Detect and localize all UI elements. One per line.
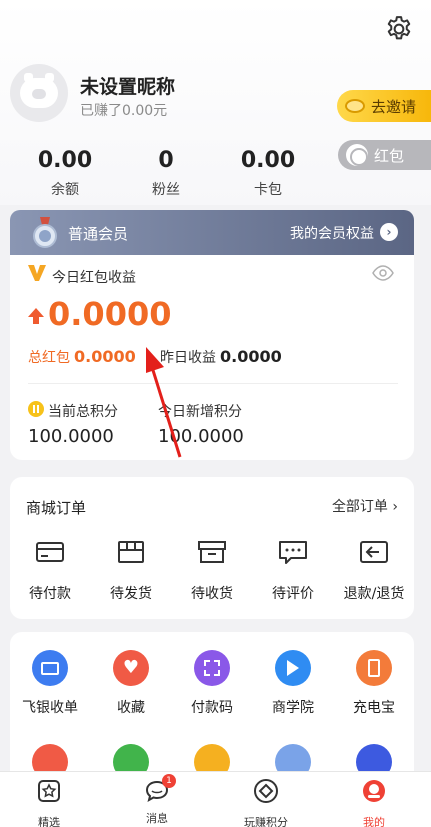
bankcard-icon	[32, 650, 68, 686]
orders-title: 商城订单	[26, 499, 87, 517]
order-label: 待发货	[110, 586, 152, 602]
coin-icon	[345, 99, 365, 113]
member-benefits-link[interactable]: 我的会员权益	[290, 223, 374, 243]
settings-gear-icon[interactable]	[384, 14, 414, 44]
v-logo-icon	[28, 265, 46, 281]
diamond-circle-icon	[254, 779, 278, 803]
order-refund[interactable]: 退款/退货	[334, 539, 414, 603]
profile-icon	[363, 780, 385, 802]
order-label: 退款/退货	[343, 586, 405, 602]
earned-amount: 已赚了0.00元	[80, 103, 168, 119]
tool-label: 充电宝	[353, 700, 395, 716]
tab-messages[interactable]: 1 消息	[117, 774, 197, 826]
return-icon	[360, 541, 388, 563]
yesterday-income-label: 昨日收益	[160, 350, 216, 366]
divider	[28, 383, 398, 384]
heart-icon: ♥	[113, 650, 149, 686]
total-redpack-value: 0.0000	[74, 347, 136, 366]
tool-label: 付款码	[191, 700, 233, 716]
order-label: 待收货	[191, 586, 233, 602]
card-icon	[36, 542, 64, 562]
invite-button[interactable]: 去邀请	[337, 90, 431, 122]
order-label: 待付款	[29, 586, 71, 602]
total-redpack-label: 总红包	[28, 350, 70, 366]
stat-fans[interactable]: 0 粉丝	[116, 148, 216, 199]
order-label: 待评价	[272, 586, 314, 602]
order-pending-review[interactable]: 待评价	[253, 539, 333, 603]
tool-label: 收藏	[117, 700, 145, 716]
invite-label: 去邀请	[371, 97, 417, 116]
points-icon	[28, 401, 44, 417]
medal-icon	[33, 217, 57, 248]
total-points-value: 100.0000	[28, 426, 114, 447]
powerbank-icon	[356, 650, 392, 686]
message-badge: 1	[162, 774, 176, 788]
chevron-right-icon: ›	[380, 223, 398, 241]
stat-label: 粉丝	[152, 182, 180, 198]
nickname: 未设置昵称	[80, 76, 176, 98]
stat-balance[interactable]: 0.00 余额	[15, 148, 115, 199]
all-orders-link[interactable]: 全部订单 ›	[332, 496, 398, 516]
video-icon	[275, 650, 311, 686]
eye-icon[interactable]	[372, 265, 394, 281]
stat-card-pack[interactable]: 0.00 卡包	[218, 148, 318, 199]
order-pending-payment[interactable]: 待付款	[10, 539, 90, 603]
qrcode-icon	[194, 650, 230, 686]
tools-grid: 飞银收单 ♥ 收藏 付款码 商学院 充电宝	[10, 632, 414, 792]
box-icon	[198, 541, 226, 563]
tab-label: 我的	[363, 816, 385, 827]
yesterday-income: 昨日收益 0.0000	[160, 347, 282, 367]
stat-value: 0	[158, 148, 174, 173]
new-points-label: 今日新增积分	[158, 404, 242, 420]
chat-icon-wrap: 1	[144, 774, 176, 804]
package-icon	[118, 541, 144, 563]
tool-feiyin-acquiring[interactable]: 飞银收单	[10, 650, 90, 717]
stat-label: 卡包	[254, 182, 282, 198]
chevron-right-icon: ›	[392, 499, 398, 515]
yesterday-income-value: 0.0000	[220, 347, 282, 366]
mall-orders-card: 商城订单 全部订单 › 待付款 待发货 待收货 待评价 退款/退货	[10, 477, 414, 619]
total-redpack: 总红包 0.0000	[28, 347, 136, 367]
member-title: 普通会员	[68, 225, 129, 243]
pig-avatar-icon	[20, 73, 58, 108]
tool-label: 飞银收单	[22, 700, 78, 716]
new-points-value: 100.0000	[158, 426, 244, 447]
tab-featured[interactable]: 精选	[9, 778, 89, 827]
income-card: 今日红包收益 0.0000 总红包 0.0000 昨日收益 0.0000 当前总积分…	[10, 255, 414, 460]
avatar[interactable]	[10, 64, 68, 122]
tool-label: 商学院	[272, 700, 314, 716]
tab-label: 玩赚积分	[244, 816, 288, 827]
tool-business-school[interactable]: 商学院	[253, 650, 333, 717]
tab-mine[interactable]: 我的	[334, 778, 414, 827]
today-income-value: 0.0000	[48, 295, 172, 333]
order-pending-shipment[interactable]: 待发货	[91, 539, 171, 603]
stat-value: 0.00	[240, 148, 296, 173]
tab-earn-points[interactable]: 玩赚积分	[226, 778, 306, 827]
stats-row: 0.00 余额 0 粉丝 0.00 卡包	[0, 148, 431, 204]
bottom-tab-bar: 精选 1 消息 玩赚积分 我的	[0, 771, 431, 827]
up-arrow-icon	[28, 308, 44, 324]
member-banner[interactable]: 普通会员 我的会员权益 ›	[10, 210, 414, 255]
comment-icon	[279, 541, 307, 564]
tab-label: 精选	[38, 816, 60, 827]
tool-payment-code[interactable]: 付款码	[172, 650, 252, 717]
stat-value: 0.00	[37, 148, 93, 173]
order-pending-receipt[interactable]: 待收货	[172, 539, 252, 603]
star-box-icon	[38, 780, 60, 802]
tool-favorites[interactable]: ♥ 收藏	[91, 650, 171, 717]
stat-label: 余额	[51, 182, 79, 198]
tool-power-bank[interactable]: 充电宝	[334, 650, 414, 717]
tab-label: 消息	[146, 812, 168, 825]
today-income-label: 今日红包收益	[52, 270, 136, 286]
total-points-label: 当前总积分	[48, 404, 118, 420]
all-orders-label: 全部订单	[331, 499, 388, 515]
